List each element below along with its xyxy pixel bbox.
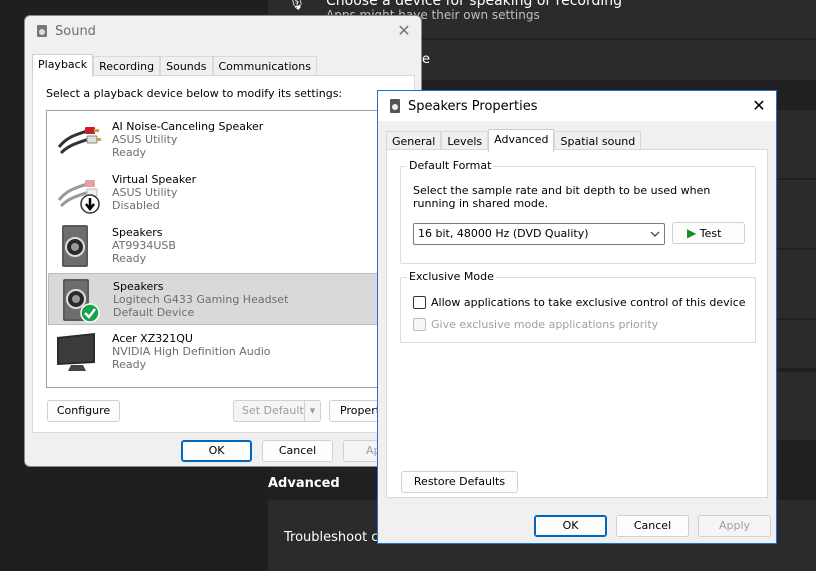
allow-exclusive-checkbox[interactable]: Allow applications to take exclusive con… <box>413 296 746 309</box>
props-cancel-button[interactable]: Cancel <box>616 515 689 537</box>
props-ok-button[interactable]: OK <box>534 515 607 537</box>
sound-dialog: Sound ✕ Playback Recording Sounds Commun… <box>24 15 422 467</box>
speaker-icon <box>62 225 88 267</box>
props-title: Speakers Properties <box>408 99 538 114</box>
device-status: Disabled <box>112 199 160 212</box>
exclusive-mode-group: Exclusive Mode Allow applications to tak… <box>400 270 756 343</box>
exclusive-mode-title: Exclusive Mode <box>407 270 496 283</box>
tab-communications[interactable]: Communications <box>212 56 317 77</box>
device-item[interactable]: Virtual Speaker ASUS Utility Disabled <box>48 167 405 219</box>
chevron-down-icon[interactable]: ▾ <box>304 401 320 421</box>
checkbox-box[interactable] <box>413 296 426 309</box>
sound-titlebar[interactable]: Sound ✕ <box>25 16 421 46</box>
device-name: Speakers <box>113 280 164 293</box>
sample-rate-dropdown[interactable]: 16 bit, 48000 Hz (DVD Quality) <box>413 223 665 245</box>
exclusive-priority-label: Give exclusive mode applications priorit… <box>431 318 659 331</box>
restore-defaults-button[interactable]: Restore Defaults <box>401 471 518 493</box>
set-default-button[interactable]: Set Default ▾ <box>233 400 321 422</box>
play-icon: ▶ <box>687 226 697 240</box>
sound-ok-button[interactable]: OK <box>181 440 252 462</box>
device-item-selected[interactable]: Speakers Logitech G433 Gaming Headset De… <box>48 273 405 325</box>
device-status: Ready <box>112 146 147 159</box>
test-label: Test <box>699 227 722 240</box>
device-driver: ASUS Utility <box>112 133 178 146</box>
tab-sounds[interactable]: Sounds <box>160 56 213 77</box>
props-tabs: General Levels Advanced Spatial sound <box>386 129 642 152</box>
device-name: Speakers <box>112 226 163 239</box>
close-icon[interactable]: ✕ <box>748 95 770 117</box>
props-titlebar[interactable]: Speakers Properties ✕ <box>378 91 776 121</box>
monitor-icon <box>57 333 95 371</box>
device-item[interactable]: Acer XZ321QU NVIDIA High Definition Audi… <box>48 326 405 378</box>
device-item-partial[interactable] <box>48 379 405 387</box>
device-name: AI Noise-Canceling Speaker <box>112 120 264 133</box>
default-format-group: Default Format Select the sample rate an… <box>400 159 756 264</box>
chevron-down-icon <box>650 231 660 237</box>
bg-advanced-heading: Advanced <box>268 476 340 491</box>
device-driver: ASUS Utility <box>112 186 178 199</box>
sound-title: Sound <box>55 24 96 39</box>
default-format-description: Select the sample rate and bit depth to … <box>413 184 711 210</box>
sample-rate-value: 16 bit, 48000 Hz (DVD Quality) <box>418 227 589 240</box>
rca-cable-disabled-icon <box>57 180 100 214</box>
sound-cancel-button[interactable]: Cancel <box>262 440 333 462</box>
advanced-panel: Default Format Select the sample rate an… <box>386 149 768 498</box>
device-name: Acer XZ321QU <box>112 332 193 345</box>
bg-troubleshoot-label[interactable]: Troubleshoot co <box>284 530 386 545</box>
tab-advanced[interactable]: Advanced <box>488 129 555 152</box>
mic-icon: 🎙 <box>288 0 306 11</box>
device-driver: Logitech G433 Gaming Headset <box>113 293 289 306</box>
default-format-title: Default Format <box>407 159 494 172</box>
exclusive-priority-checkbox[interactable]: Give exclusive mode applications priorit… <box>413 318 658 331</box>
device-driver: AT9934USB <box>112 239 176 252</box>
playback-instruction: Select a playback device below to modify… <box>46 87 343 100</box>
rca-cable-icon <box>57 127 101 155</box>
device-item[interactable]: Speakers AT9934USB Ready <box>48 220 405 272</box>
device-name: Virtual Speaker <box>112 173 197 186</box>
set-default-label: Set Default <box>242 404 304 417</box>
speaker-app-icon <box>390 99 400 113</box>
device-status: Ready <box>112 252 147 265</box>
sound-app-icon <box>37 25 47 37</box>
device-status: Default Device <box>113 306 195 319</box>
device-item[interactable]: AI Noise-Canceling Speaker ASUS Utility … <box>48 114 405 166</box>
configure-button[interactable]: Configure <box>47 400 120 422</box>
sound-tabs: Playback Recording Sounds Communications <box>32 54 317 77</box>
close-icon[interactable]: ✕ <box>393 20 415 42</box>
device-list[interactable]: AI Noise-Canceling Speaker ASUS Utility … <box>46 110 406 388</box>
tab-playback[interactable]: Playback <box>32 54 94 77</box>
playback-panel: Select a playback device below to modify… <box>32 75 419 433</box>
checkbox-box[interactable] <box>413 318 426 331</box>
allow-exclusive-label: Allow applications to take exclusive con… <box>431 296 746 309</box>
props-apply-button[interactable]: Apply <box>698 515 771 537</box>
device-driver: NVIDIA High Definition Audio <box>112 345 271 358</box>
speaker-default-icon <box>63 279 100 323</box>
bg-partial-label: e <box>422 52 430 67</box>
speakers-properties-dialog: Speakers Properties ✕ General Levels Adv… <box>377 90 777 544</box>
test-button[interactable]: ▶ Test <box>672 222 745 244</box>
tab-recording[interactable]: Recording <box>93 56 161 77</box>
device-status: Ready <box>112 358 147 371</box>
